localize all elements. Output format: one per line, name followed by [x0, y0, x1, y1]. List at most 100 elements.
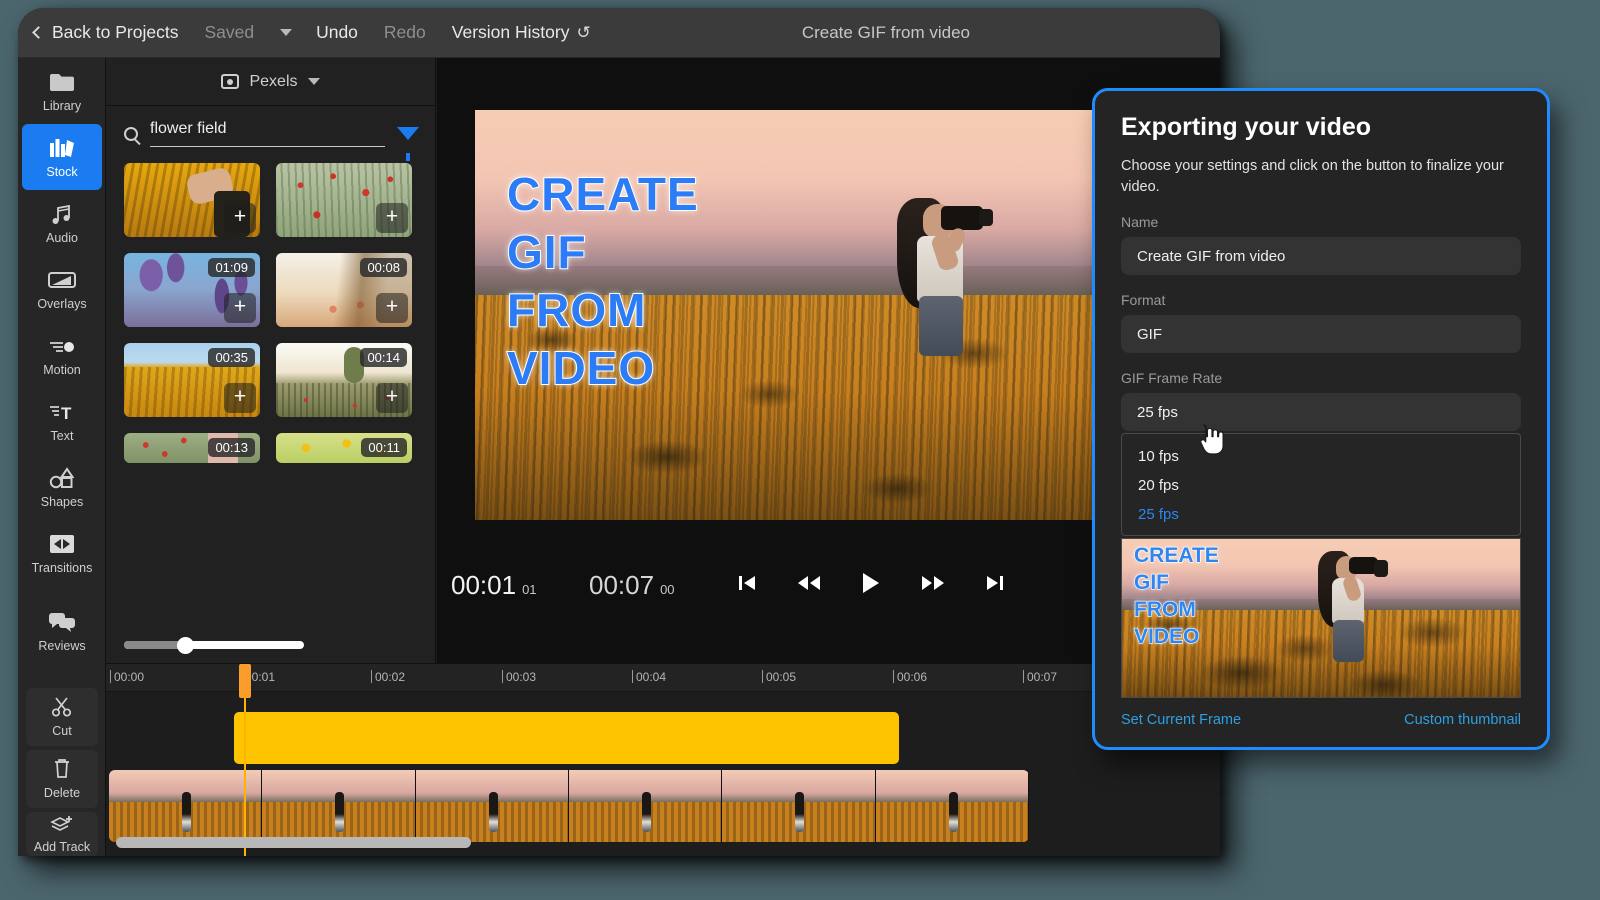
stock-panel-scrollbar[interactable] — [124, 641, 304, 649]
thumbnail-action-links: Set Current Frame Custom thumbnail — [1121, 712, 1521, 728]
custom-thumbnail-link[interactable]: Custom thumbnail — [1404, 712, 1521, 728]
sidebar-item-stock[interactable]: Stock — [22, 124, 102, 190]
framerate-dropdown-menu: 10 fps 20 fps 25 fps — [1121, 433, 1521, 536]
project-title: Create GIF from video — [802, 23, 970, 43]
back-to-projects-label: Back to Projects — [52, 22, 178, 43]
trash-icon — [52, 758, 72, 782]
filmstrip-frame — [262, 770, 415, 842]
export-thumbnail-preview[interactable]: CREATE GIF FROM VIDEO — [1121, 538, 1521, 698]
search-icon — [124, 127, 138, 141]
stock-media-panel: Pexels flower field + — [106, 58, 436, 663]
video-clip-filmstrip[interactable] — [109, 770, 1029, 842]
timeline-playhead[interactable] — [244, 664, 246, 856]
framerate-select[interactable]: 25 fps — [1121, 393, 1521, 431]
dialog-subtitle: Choose your settings and click on the bu… — [1121, 156, 1521, 198]
video-text-overlay[interactable]: CREATE GIF FROM VIDEO — [507, 166, 1115, 398]
total-time-display: 00:07 00 — [589, 570, 675, 601]
cut-tool-button[interactable]: Cut — [26, 688, 98, 746]
add-track-icon — [50, 815, 74, 836]
thumbnail-overlay-line: FROM — [1134, 597, 1219, 624]
sidebar-item-reviews[interactable]: Reviews — [18, 598, 106, 664]
svg-text:T: T — [61, 404, 72, 421]
top-toolbar: Back to Projects Saved Undo Redo Version… — [18, 8, 1220, 58]
skip-to-start-button[interactable] — [737, 573, 757, 598]
format-select[interactable]: GIF — [1121, 315, 1521, 353]
text-icon: T — [48, 400, 76, 424]
stock-source-selector[interactable]: Pexels — [106, 58, 435, 106]
fast-forward-button[interactable] — [921, 573, 945, 598]
chevron-down-icon — [308, 78, 320, 85]
ruler-tick: 00:06 — [893, 670, 927, 684]
stock-thumbnail[interactable]: 00:13 — [124, 433, 260, 463]
current-frames-value: 01 — [522, 582, 536, 597]
filmstrip-frame — [722, 770, 875, 842]
sidebar-label: Motion — [43, 363, 81, 377]
sidebar-item-audio[interactable]: Audio — [18, 190, 106, 256]
name-input[interactable]: Create GIF from video — [1121, 237, 1521, 275]
undo-button[interactable]: Undo — [316, 22, 358, 43]
stock-thumbnail[interactable]: 00:11 — [276, 433, 412, 463]
sidebar-item-shapes[interactable]: Shapes — [18, 454, 106, 520]
plus-icon[interactable]: + — [376, 383, 408, 413]
sidebar-item-motion[interactable]: Motion — [18, 322, 106, 388]
search-input[interactable]: flower field — [150, 120, 385, 147]
plus-icon[interactable]: + — [376, 203, 408, 233]
stock-thumbnail[interactable]: 01:09 + — [124, 253, 260, 327]
ruler-tick: 00:07 — [1023, 670, 1057, 684]
sidebar-label: Text — [51, 429, 74, 443]
overlay-line: GIF — [507, 224, 1115, 282]
stock-thumbnail[interactable]: 00:08 + — [276, 253, 412, 327]
play-button[interactable] — [861, 572, 881, 599]
timeline-ruler[interactable]: 00:00 00:01 00:02 00:03 00:04 00:05 00:0… — [106, 664, 1220, 692]
stock-results-grid: + + 01:09 + 00:08 + — [106, 155, 435, 463]
framerate-field-label: GIF Frame Rate — [1121, 370, 1521, 386]
plus-icon[interactable]: + — [376, 293, 408, 323]
scissors-icon — [51, 697, 73, 720]
framerate-option-25[interactable]: 25 fps — [1122, 500, 1520, 529]
add-track-button[interactable]: Add Track — [26, 812, 98, 856]
timeline-horizontal-scrollbar[interactable] — [116, 837, 471, 848]
ruler-tick: 00:05 — [762, 670, 796, 684]
music-note-icon — [49, 202, 75, 226]
video-canvas[interactable]: CREATE GIF FROM VIDEO — [475, 110, 1115, 520]
stock-thumbnail[interactable]: + — [276, 163, 412, 237]
saved-status: Saved — [204, 22, 254, 43]
total-time-value: 00:07 — [589, 570, 654, 601]
scrollbar-knob[interactable] — [177, 637, 194, 654]
delete-tool-button[interactable]: Delete — [26, 750, 98, 808]
funnel-icon[interactable] — [397, 127, 419, 140]
sidebar-label: Shapes — [41, 495, 83, 509]
framerate-option-10[interactable]: 10 fps — [1122, 442, 1520, 471]
stock-source-label: Pexels — [249, 73, 297, 91]
framerate-select-value: 25 fps — [1137, 404, 1178, 421]
sidebar-item-library[interactable]: Library — [18, 58, 106, 124]
stock-thumbnail[interactable]: + — [124, 163, 260, 237]
sidebar-item-transitions[interactable]: Transitions — [18, 520, 106, 586]
plus-icon[interactable]: + — [224, 293, 256, 323]
ruler-tick: 00:03 — [502, 670, 536, 684]
ruler-tick: 00:04 — [632, 670, 666, 684]
sidebar-label: Transitions — [32, 561, 93, 575]
version-history-button[interactable]: Version History ↺ — [452, 22, 591, 43]
rewind-button[interactable] — [797, 573, 821, 598]
rail-bottom-tools: Cut Delete — [18, 688, 106, 856]
saved-label: Saved — [204, 22, 254, 43]
shapes-icon — [48, 466, 76, 490]
plus-icon[interactable]: + — [224, 383, 256, 413]
thumbnail-duration: 01:09 — [208, 258, 255, 277]
skip-to-end-button[interactable] — [985, 573, 1005, 598]
stock-thumbnail[interactable]: 00:35 + — [124, 343, 260, 417]
filmstrip-frame — [569, 770, 722, 842]
redo-button[interactable]: Redo — [384, 22, 426, 43]
saved-dropdown-button[interactable] — [280, 29, 292, 36]
plus-icon[interactable]: + — [224, 203, 256, 233]
set-current-frame-link[interactable]: Set Current Frame — [1121, 712, 1241, 728]
sidebar-item-overlays[interactable]: Overlays — [18, 256, 106, 322]
framerate-option-20[interactable]: 20 fps — [1122, 471, 1520, 500]
thumbnail-overlay-line: GIF — [1134, 570, 1219, 597]
sidebar-label: Reviews — [38, 639, 85, 653]
text-clip[interactable] — [234, 712, 899, 764]
sidebar-item-text[interactable]: T Text — [18, 388, 106, 454]
stock-thumbnail[interactable]: 00:14 + — [276, 343, 412, 417]
back-to-projects-button[interactable]: Back to Projects — [34, 22, 178, 43]
